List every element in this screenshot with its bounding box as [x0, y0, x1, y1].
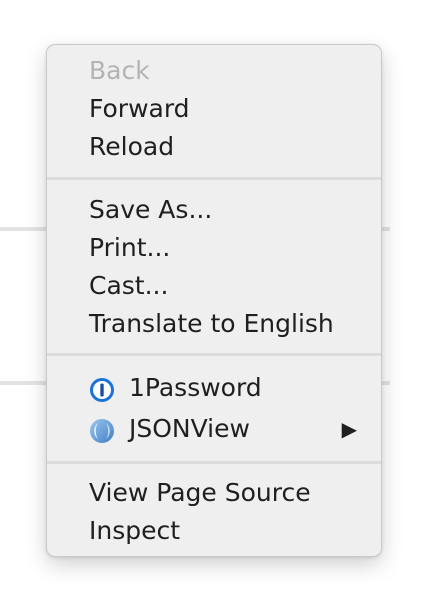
context-menu: Back Forward Reload Save As... Print... …: [46, 44, 382, 557]
menu-item-1password[interactable]: 1Password: [89, 369, 361, 407]
menu-separator: [47, 461, 381, 464]
menu-item-label: JSONView: [129, 414, 250, 443]
menu-item-inspect[interactable]: Inspect: [89, 512, 361, 550]
menu-item-cast[interactable]: Cast...: [89, 267, 361, 305]
menu-item-back: Back: [89, 56, 150, 85]
menu-item-label: 1Password: [129, 373, 262, 402]
menu-item-translate[interactable]: Translate to English: [89, 305, 361, 343]
menu-item-view-page-source[interactable]: View Page Source: [89, 474, 361, 512]
menu-item-jsonview[interactable]: JSONView ▶: [89, 410, 361, 448]
menu-item-forward[interactable]: Forward: [89, 90, 361, 128]
1password-icon: [89, 376, 115, 402]
menu-separator: [47, 353, 381, 356]
submenu-arrow-icon: ▶: [341, 417, 357, 441]
menu-item-reload[interactable]: Reload: [89, 128, 361, 166]
menu-separator: [47, 177, 381, 180]
menu-item-save-as[interactable]: Save As...: [89, 191, 361, 229]
menu-item-print[interactable]: Print...: [89, 229, 361, 267]
jsonview-icon: [89, 417, 115, 443]
